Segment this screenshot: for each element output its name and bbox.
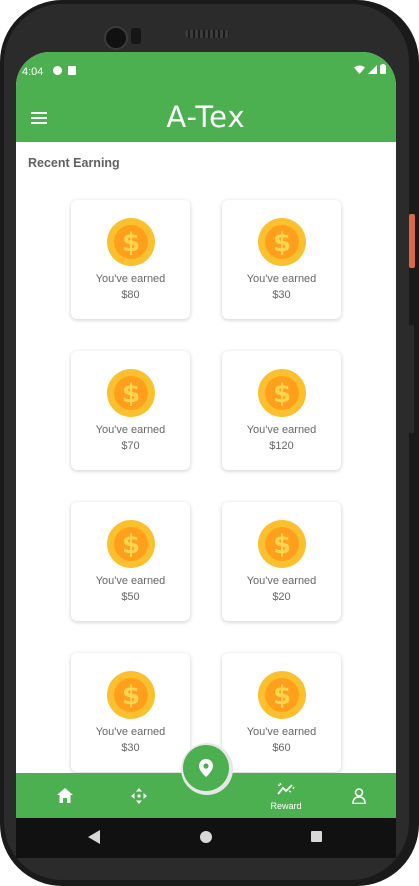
- app-logo: A-Tex: [166, 100, 246, 134]
- coin-icon: $: [258, 218, 306, 266]
- earned-amount: $60: [272, 742, 291, 754]
- coin-icon: $: [258, 671, 306, 719]
- earning-card[interactable]: $ You've earned $50: [71, 502, 190, 621]
- coin-icon: $: [107, 671, 155, 719]
- earned-amount: $80: [121, 289, 140, 301]
- earned-label: You've earned: [95, 273, 166, 285]
- reward-icon: [277, 782, 295, 795]
- earned-label: You've earned: [246, 575, 317, 587]
- earning-card[interactable]: $ You've earned $30: [222, 200, 341, 319]
- earning-card[interactable]: $ You've earned $80: [71, 200, 190, 319]
- earned-amount: $30: [121, 742, 140, 754]
- earned-amount: $30: [272, 289, 291, 301]
- earned-label: You've earned: [246, 424, 317, 436]
- front-camera: [104, 26, 128, 50]
- earned-amount: $120: [269, 440, 294, 452]
- earned-label: You've earned: [95, 575, 166, 587]
- profile-icon: [352, 788, 366, 804]
- status-icons: [354, 64, 386, 74]
- app-screen: 4:04 A-Tex Recent Earning $ You've earne…: [16, 52, 396, 818]
- coin-icon: $: [258, 369, 306, 417]
- volume-button: [409, 325, 414, 433]
- earning-card[interactable]: $ You've earned $70: [71, 351, 190, 470]
- svg-text:$: $: [273, 228, 291, 258]
- coin-icon: $: [107, 369, 155, 417]
- wifi-icon: [354, 65, 365, 74]
- earned-amount: $20: [272, 591, 291, 603]
- signal-icon: [368, 64, 377, 74]
- nav-home[interactable]: [48, 773, 82, 818]
- system-navigation-bar: [16, 818, 396, 858]
- svg-text:$: $: [273, 681, 291, 711]
- nav-reward-label: Reward: [270, 801, 302, 811]
- earned-label: You've earned: [246, 273, 317, 285]
- battery-icon: [380, 64, 386, 74]
- sd-card-icon: [68, 66, 76, 75]
- nav-reward[interactable]: Reward: [264, 773, 308, 818]
- earned-amount: $70: [121, 440, 140, 452]
- earning-card[interactable]: $ You've earned $60: [222, 653, 341, 772]
- earning-card[interactable]: $ You've earned $20: [222, 502, 341, 621]
- nav-profile[interactable]: [342, 773, 376, 818]
- earned-label: You've earned: [95, 726, 166, 738]
- svg-text:$: $: [273, 530, 291, 560]
- location-fab-button[interactable]: [183, 745, 229, 791]
- svg-text:$: $: [122, 228, 140, 258]
- section-title: Recent Earning: [28, 156, 120, 170]
- move-arrows-icon: [131, 788, 147, 804]
- earned-label: You've earned: [246, 726, 317, 738]
- svg-text:$: $: [122, 530, 140, 560]
- coin-icon: $: [107, 218, 155, 266]
- recents-icon[interactable]: [311, 831, 322, 842]
- home-button-icon[interactable]: [200, 831, 212, 843]
- earning-card[interactable]: $ You've earned $120: [222, 351, 341, 470]
- power-button: [409, 214, 415, 268]
- coin-icon: $: [107, 520, 155, 568]
- status-bar: 4:04: [16, 52, 396, 88]
- sensor: [131, 28, 141, 44]
- location-pin-icon: [199, 759, 213, 777]
- back-icon[interactable]: [88, 830, 100, 844]
- svg-text:$: $: [122, 681, 140, 711]
- earned-amount: $50: [121, 591, 140, 603]
- earned-label: You've earned: [95, 424, 166, 436]
- earning-card[interactable]: $ You've earned $30: [71, 653, 190, 772]
- svg-text:$: $: [273, 379, 291, 409]
- nav-move[interactable]: [122, 773, 156, 818]
- coin-icon: $: [258, 520, 306, 568]
- home-icon: [57, 788, 73, 803]
- app-bar: A-Tex: [16, 88, 396, 142]
- status-time: 4:04: [22, 66, 44, 78]
- svg-text:$: $: [122, 379, 140, 409]
- earpiece-speaker: [185, 30, 229, 38]
- notification-icon: [53, 66, 62, 75]
